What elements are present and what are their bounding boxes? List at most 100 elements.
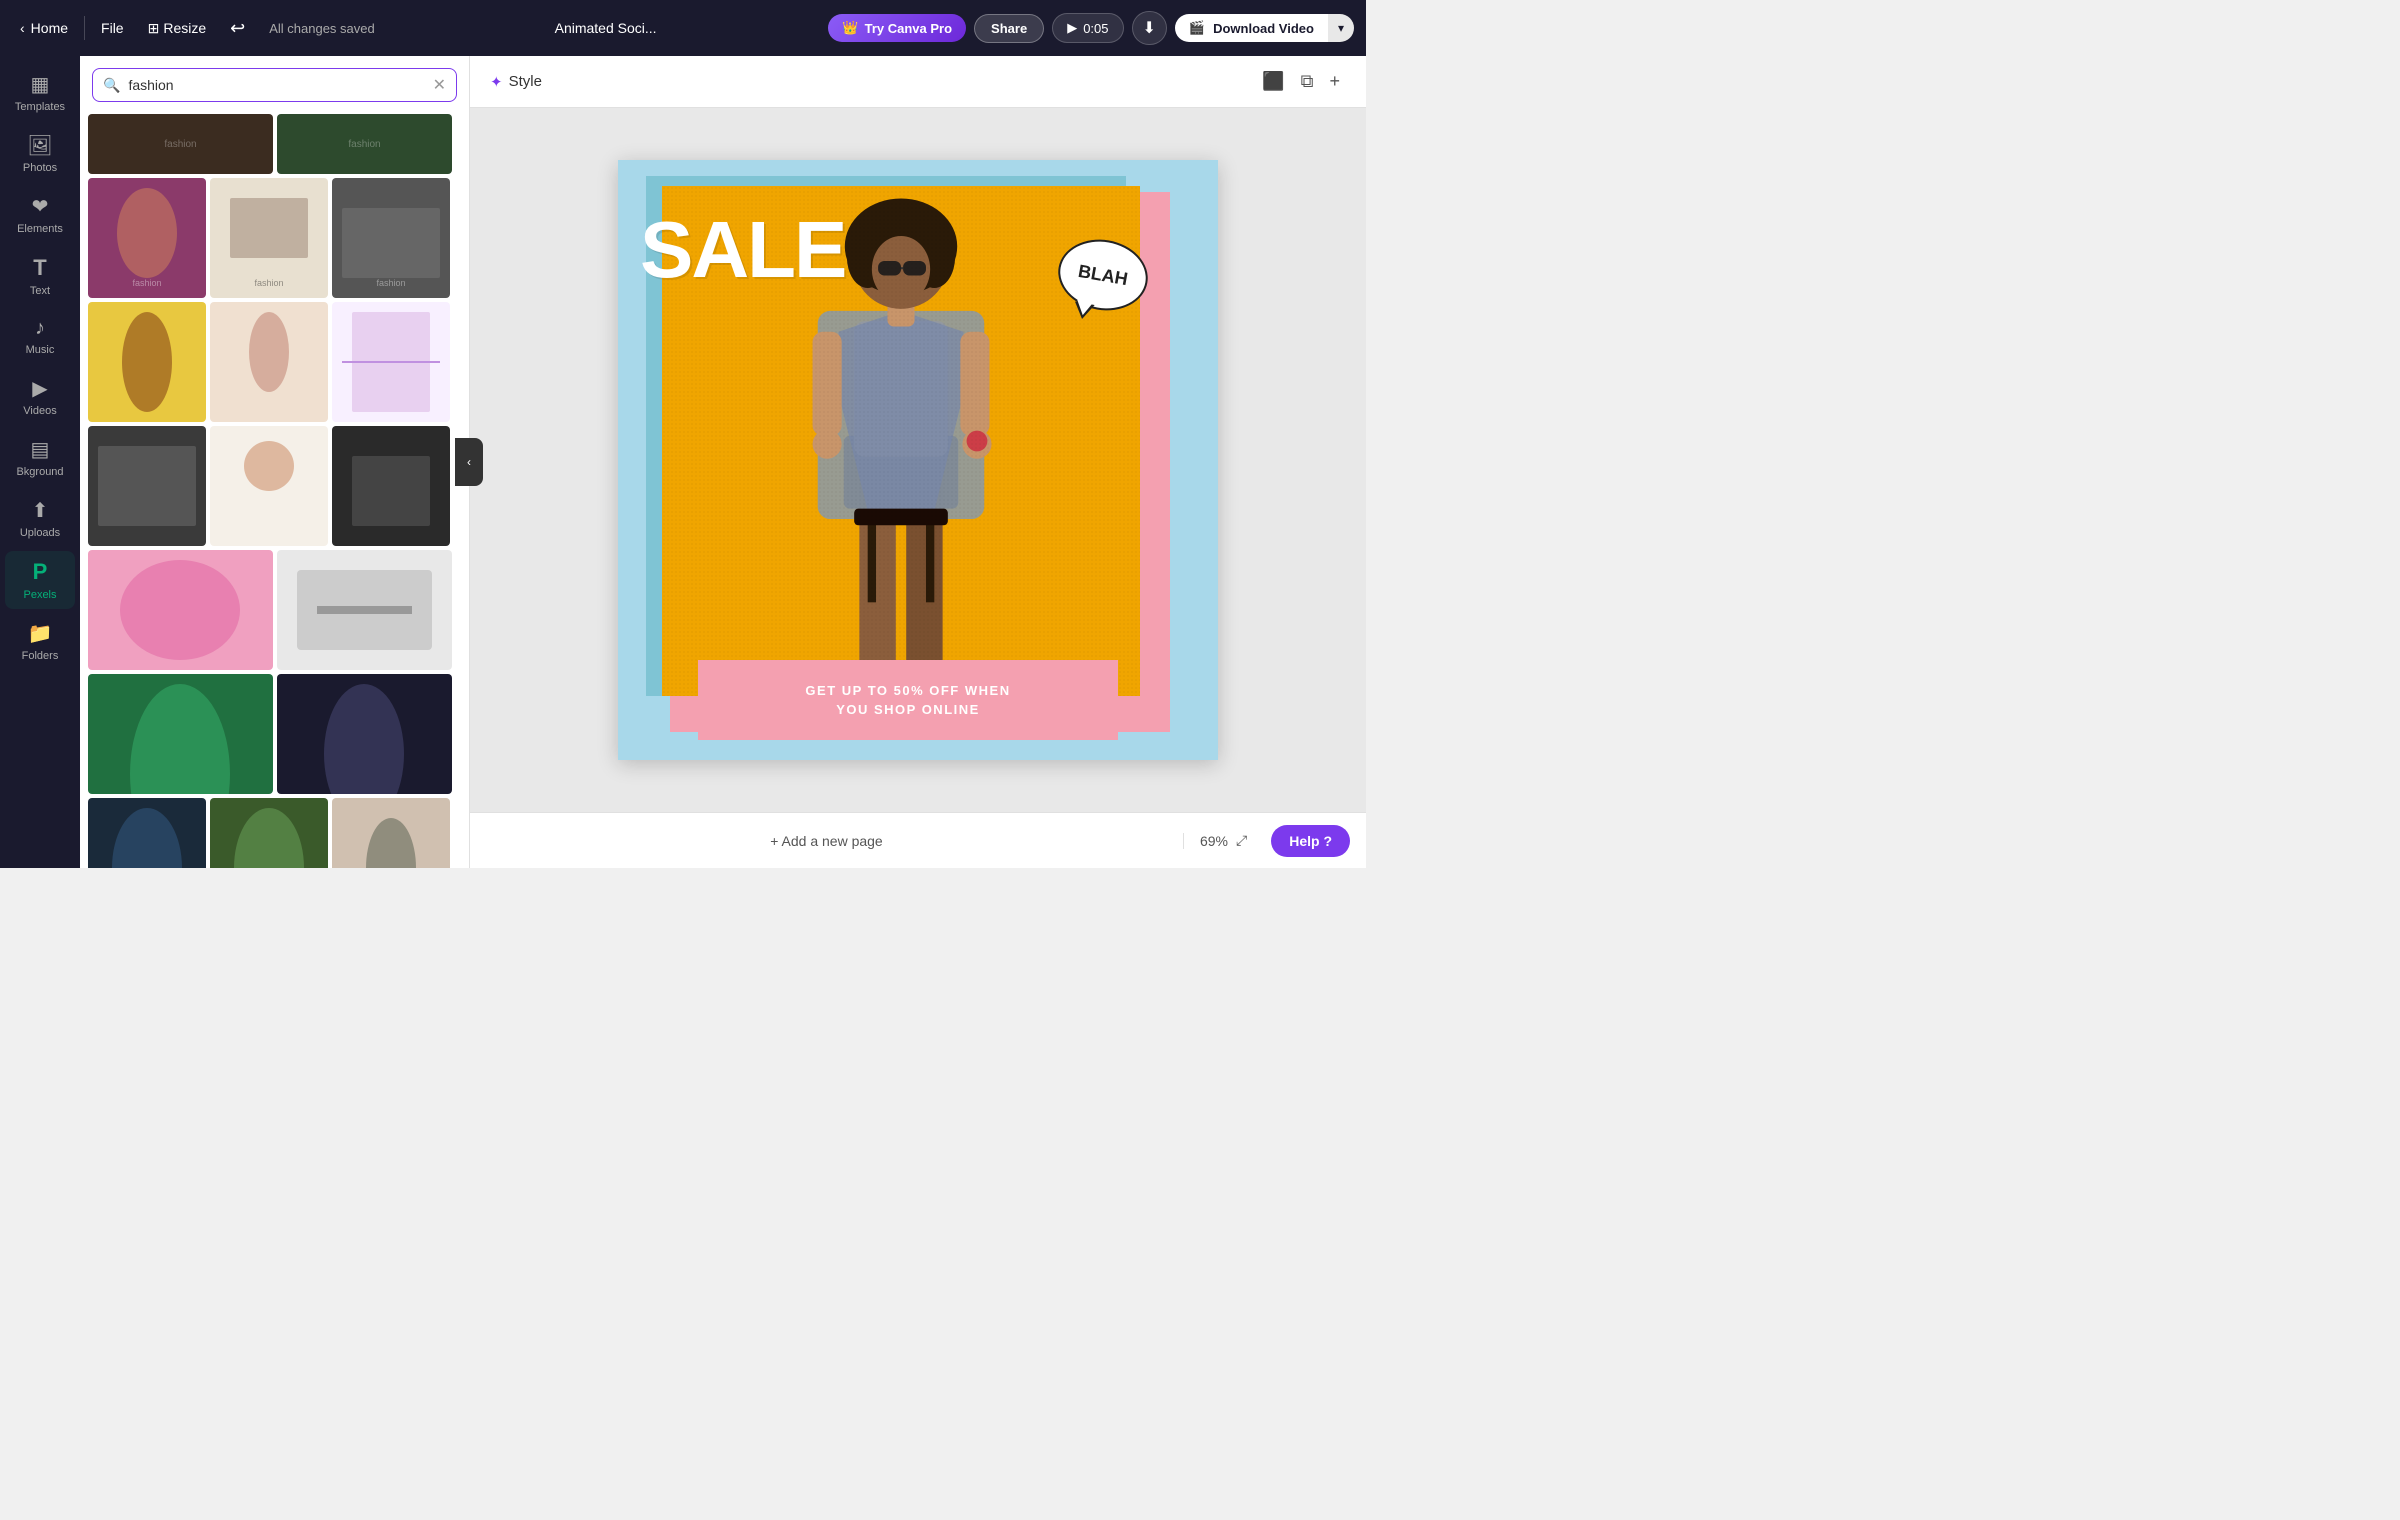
home-button[interactable]: ‹ Home bbox=[12, 16, 76, 40]
uploads-label: Uploads bbox=[20, 527, 60, 539]
photo-item[interactable] bbox=[277, 550, 452, 670]
svg-text:fashion: fashion bbox=[164, 139, 196, 150]
grid-row: fashion fashion fashion bbox=[88, 178, 461, 298]
divider bbox=[84, 16, 85, 40]
text-icon: T bbox=[33, 255, 46, 281]
sidebar-item-templates[interactable]: ▦ Templates bbox=[5, 64, 75, 121]
add-tool-button[interactable]: + bbox=[1323, 67, 1346, 96]
bottom-line2: YOU SHOP ONLINE bbox=[836, 702, 980, 717]
photo-item[interactable] bbox=[88, 302, 206, 422]
doc-title-button[interactable]: Animated Soci... bbox=[547, 16, 665, 40]
download-video-icon: 🎬 bbox=[1189, 20, 1205, 36]
sidebar-item-uploads[interactable]: ⬆ Uploads bbox=[5, 490, 75, 547]
sale-bottom-bar: GET UP TO 50% OFF WHEN YOU SHOP ONLINE bbox=[698, 660, 1118, 740]
download-dropdown-button[interactable]: ▾ bbox=[1328, 14, 1354, 42]
background-icon: ▤ bbox=[31, 437, 50, 462]
photo-item[interactable] bbox=[210, 798, 328, 868]
collapse-icon: ‹ bbox=[467, 455, 471, 469]
pexels-label: Pexels bbox=[23, 589, 56, 601]
search-icon: 🔍 bbox=[103, 77, 120, 94]
photos-icon: 🖼 bbox=[27, 133, 52, 158]
search-bar: 🔍 ✕ bbox=[80, 56, 469, 110]
search-input-wrap: 🔍 ✕ bbox=[92, 68, 457, 102]
frame-tool-button[interactable]: ⬛ bbox=[1256, 67, 1290, 96]
photo-item[interactable] bbox=[332, 302, 450, 422]
canvas-wrapper: SALE BLAH GET UP TO 50% OFF WHEN YOU SHO… bbox=[470, 108, 1366, 812]
svg-text:fashion: fashion bbox=[376, 278, 405, 288]
photo-item[interactable] bbox=[88, 550, 273, 670]
photo-item[interactable]: fashion bbox=[88, 178, 206, 298]
try-pro-label: Try Canva Pro bbox=[865, 21, 952, 36]
grid-row bbox=[88, 302, 461, 422]
resize-button[interactable]: ⊞ Resize bbox=[140, 16, 215, 41]
sidebar-item-folders[interactable]: 📁 Folders bbox=[5, 613, 75, 670]
canvas-tools: ⬛ ⧉ + bbox=[1256, 67, 1346, 96]
undo-button[interactable]: ↩ bbox=[222, 14, 253, 43]
sale-bottom-text: GET UP TO 50% OFF WHEN YOU SHOP ONLINE bbox=[805, 681, 1010, 720]
sidebar-item-elements[interactable]: ❤ Elements bbox=[5, 186, 75, 243]
resize-icon: ⊞ bbox=[148, 20, 160, 37]
photo-item[interactable] bbox=[277, 674, 452, 794]
photo-item[interactable]: fashion bbox=[210, 178, 328, 298]
photo-item[interactable]: fashion bbox=[332, 178, 450, 298]
download-icon-button[interactable]: ⬇ bbox=[1132, 11, 1167, 45]
zoom-level: 69% bbox=[1200, 833, 1228, 849]
templates-icon: ▦ bbox=[31, 72, 50, 97]
templates-label: Templates bbox=[15, 101, 65, 113]
photo-panel: 🔍 ✕ fashion fashion fashion bbox=[80, 56, 470, 868]
svg-text:fashion: fashion bbox=[348, 139, 380, 150]
photo-item[interactable]: fashion bbox=[277, 114, 452, 174]
photo-item[interactable] bbox=[332, 426, 450, 546]
photo-item[interactable] bbox=[210, 426, 328, 546]
svg-text:fashion: fashion bbox=[132, 278, 161, 288]
bottom-line1: GET UP TO 50% OFF WHEN bbox=[805, 683, 1010, 698]
pexels-icon: P bbox=[33, 559, 48, 585]
sidebar-item-background[interactable]: ▤ Bkground bbox=[5, 429, 75, 486]
photo-item[interactable] bbox=[88, 798, 206, 868]
photo-item[interactable]: fashion bbox=[88, 114, 273, 174]
try-pro-button[interactable]: 👑 Try Canva Pro bbox=[828, 14, 966, 42]
share-button[interactable]: Share bbox=[974, 14, 1044, 43]
grid-row bbox=[88, 674, 461, 794]
add-page-button[interactable]: + Add a new page bbox=[470, 833, 1184, 849]
elements-icon: ❤ bbox=[32, 194, 49, 219]
style-bar: ✦ Style ⬛ ⧉ + bbox=[470, 56, 1366, 108]
grid-row: fashion fashion bbox=[88, 114, 461, 174]
sidebar-item-photos[interactable]: 🖼 Photos bbox=[5, 125, 75, 182]
download-group: 🎬 Download Video ▾ bbox=[1175, 14, 1354, 42]
folders-icon: 📁 bbox=[28, 621, 53, 646]
file-button[interactable]: File bbox=[93, 16, 132, 40]
crown-icon: 👑 bbox=[842, 20, 858, 36]
grid-row bbox=[88, 550, 461, 670]
sidebar-item-videos[interactable]: ▶ Videos bbox=[5, 368, 75, 425]
photo-item[interactable] bbox=[210, 302, 328, 422]
style-label: ✦ Style bbox=[490, 73, 542, 91]
folders-label: Folders bbox=[22, 650, 59, 662]
zoom-expand-button[interactable]: ⤢ bbox=[1236, 832, 1247, 849]
sale-text: SALE bbox=[640, 210, 845, 290]
play-button[interactable]: ▶ 0:05 bbox=[1052, 13, 1123, 43]
text-label: Text bbox=[30, 285, 50, 297]
sidebar-item-pexels[interactable]: P Pexels bbox=[5, 551, 75, 609]
photo-item[interactable] bbox=[88, 674, 273, 794]
sidebar: ▦ Templates 🖼 Photos ❤ Elements T Text ♪… bbox=[0, 56, 80, 868]
search-input[interactable] bbox=[128, 77, 424, 93]
sidebar-item-text[interactable]: T Text bbox=[5, 247, 75, 305]
design-canvas[interactable]: SALE BLAH GET UP TO 50% OFF WHEN YOU SHO… bbox=[618, 160, 1218, 760]
bubble-tail-inner bbox=[1075, 300, 1093, 317]
elements-label: Elements bbox=[17, 223, 63, 235]
copy-tool-button[interactable]: ⧉ bbox=[1295, 67, 1320, 96]
download-video-button[interactable]: 🎬 Download Video bbox=[1175, 14, 1328, 42]
download-video-label: Download Video bbox=[1213, 21, 1314, 36]
photo-item[interactable] bbox=[332, 798, 450, 868]
zoom-controls: 69% ⤢ bbox=[1184, 832, 1263, 849]
svg-text:fashion: fashion bbox=[254, 278, 283, 288]
clear-search-button[interactable]: ✕ bbox=[433, 75, 446, 95]
collapse-panel-button[interactable]: ‹ bbox=[455, 438, 483, 486]
photo-item[interactable] bbox=[88, 426, 206, 546]
bottom-bar-ui: + Add a new page 69% ⤢ Help ? bbox=[470, 812, 1366, 868]
sidebar-item-music[interactable]: ♪ Music bbox=[5, 309, 75, 364]
help-button[interactable]: Help ? bbox=[1271, 825, 1350, 857]
main-layout: ▦ Templates 🖼 Photos ❤ Elements T Text ♪… bbox=[0, 56, 1366, 868]
home-arrow-icon: ‹ bbox=[20, 20, 25, 36]
